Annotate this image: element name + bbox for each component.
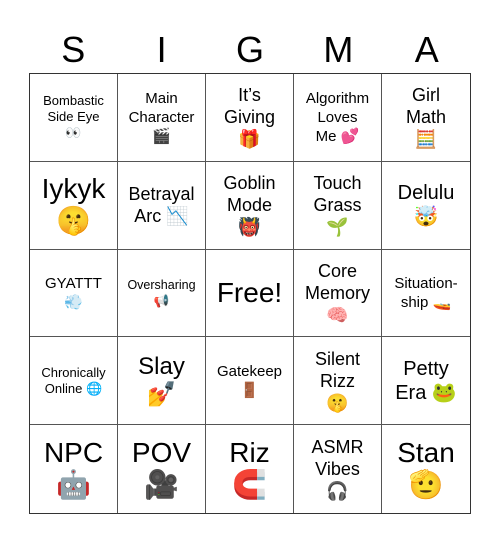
bingo-cell-gyattt[interactable]: GYATTT 💨 — [30, 249, 118, 338]
cell-label: Riz 🧲 — [229, 437, 270, 501]
bingo-cell-algorithm-loves-me[interactable]: Algorithm Loves Me 💕 — [294, 74, 382, 162]
bingo-cell-touch-grass[interactable]: Touch Grass 🌱 — [294, 161, 382, 250]
cell-label: It’s Giving 🎁 — [223, 85, 276, 150]
bingo-cell-silent-rizz[interactable]: Silent Rizz 🤫 — [294, 337, 382, 426]
bingo-cell-iykyk[interactable]: Iykyk 🤫 — [30, 161, 118, 250]
bingo-board: Bombastic Side Eye 👀 Main Character 🎬 It… — [29, 73, 471, 514]
header-letter-m: M — [323, 29, 354, 70]
bingo-cell-gatekeep[interactable]: Gatekeep 🚪 — [206, 337, 294, 426]
bingo-cell-main-character[interactable]: Main Character 🎬 — [118, 74, 206, 162]
bingo-cell-pov[interactable]: POV 🎥 — [118, 425, 206, 513]
cell-label: Slay 💅 — [138, 352, 185, 408]
bingo-cell-riz[interactable]: Riz 🧲 — [206, 425, 294, 513]
cell-label: GYATTT 💨 — [45, 274, 102, 311]
header-letter-s: S — [61, 29, 86, 70]
cell-label: Algorithm Loves Me 💕 — [305, 89, 370, 145]
cell-label: Girl Math 🧮 — [405, 85, 447, 150]
bingo-cell-betrayal-arc[interactable]: Betrayal Arc 📉 — [118, 161, 206, 250]
bingo-cell-asmr-vibes[interactable]: ASMR Vibes 🎧 — [294, 425, 382, 513]
bingo-header: S I G M A — [29, 28, 471, 72]
cell-label: Oversharing 📢 — [127, 277, 196, 308]
bingo-cell-its-giving[interactable]: It’s Giving 🎁 — [206, 74, 294, 162]
bingo-cell-core-memory[interactable]: Core Memory 🧠 — [294, 249, 382, 338]
cell-label: Betrayal Arc 📉 — [128, 184, 195, 227]
bingo-cell-slay[interactable]: Slay 💅 — [118, 337, 206, 426]
bingo-cell-girl-math[interactable]: Girl Math 🧮 — [382, 74, 470, 162]
cell-label: ASMR Vibes 🎧 — [311, 437, 364, 502]
bingo-cell-oversharing[interactable]: Oversharing 📢 — [118, 249, 206, 338]
bingo-cell-chronically-online[interactable]: Chronically Online 🌐 — [30, 337, 118, 426]
cell-label: NPC 🤖 — [43, 437, 104, 501]
header-letter-a: A — [414, 29, 439, 70]
cell-label: Gatekeep 🚪 — [216, 362, 283, 399]
cell-label: Chronically Online 🌐 — [41, 364, 106, 396]
bingo-cell-bombastic-side-eye[interactable]: Bombastic Side Eye 👀 — [30, 74, 118, 162]
cell-label: Stan 🫡 — [397, 437, 455, 501]
cell-label: Goblin Mode 👹 — [223, 173, 276, 238]
bingo-cell-situationship[interactable]: Situation- ship 🚤 — [382, 250, 470, 338]
free-space-label: Free! — [216, 276, 283, 308]
cell-label: Petty Era 🐸 — [395, 357, 457, 404]
cell-label: Silent Rizz 🤫 — [314, 348, 361, 413]
header-letter-g: G — [235, 29, 264, 70]
bingo-cell-delulu[interactable]: Delulu 🤯 — [382, 162, 470, 250]
bingo-cell-goblin-mode[interactable]: Goblin Mode 👹 — [206, 161, 294, 250]
bingo-cell-stan[interactable]: Stan 🫡 — [382, 425, 470, 513]
bingo-cell-petty-era[interactable]: Petty Era 🐸 — [382, 337, 470, 426]
cell-label: Bombastic Side Eye 👀 — [43, 93, 104, 141]
cell-label: POV 🎥 — [131, 437, 192, 501]
bingo-cell-npc[interactable]: NPC 🤖 — [30, 425, 118, 513]
cell-label: Main Character 🎬 — [128, 89, 195, 145]
header-letter-i: I — [156, 29, 167, 70]
cell-label: Situation- ship 🚤 — [394, 274, 458, 311]
bingo-cell-free-space[interactable]: Free! — [206, 249, 294, 338]
cell-label: Touch Grass 🌱 — [313, 173, 362, 238]
cell-label: Iykyk 🤫 — [41, 173, 106, 237]
cell-label: Delulu 🤯 — [397, 182, 455, 229]
cell-label: Core Memory 🧠 — [304, 260, 370, 325]
